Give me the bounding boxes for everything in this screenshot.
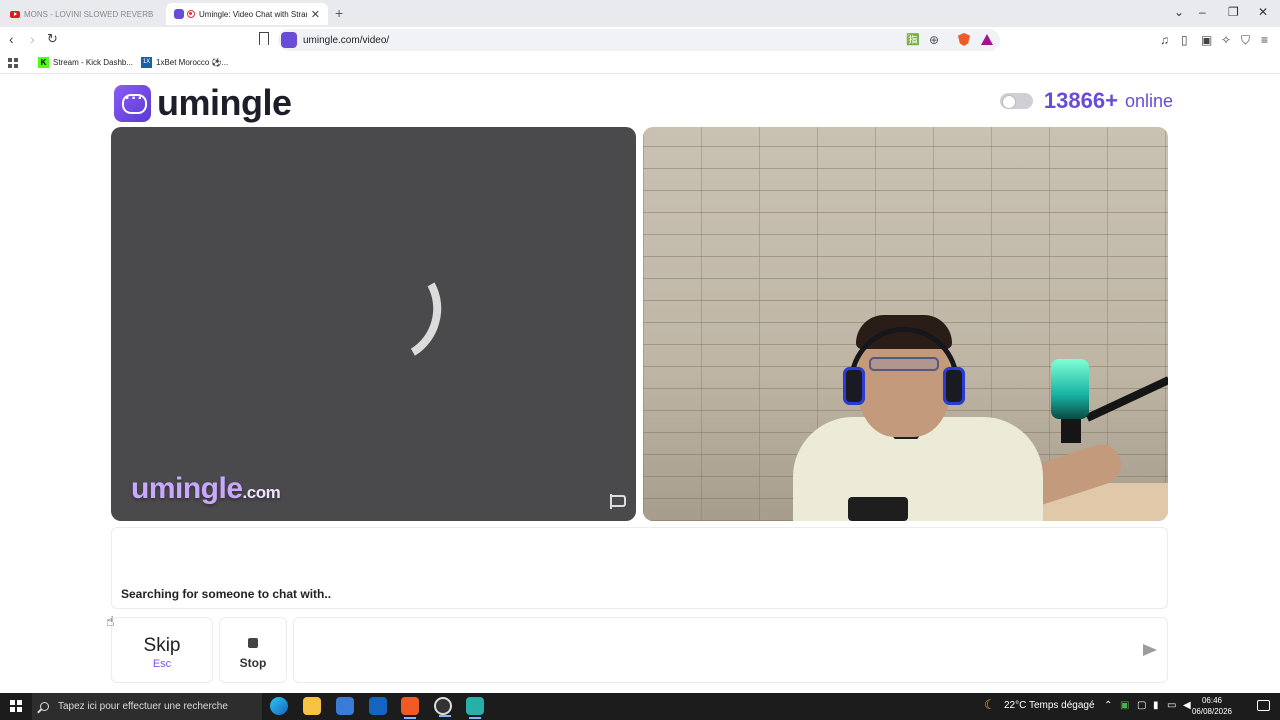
tab-title: Umingle: Video Chat with Strangers bbox=[199, 9, 307, 19]
mouse-cursor-icon: ☝ bbox=[106, 613, 115, 629]
bookmark-label: Stream - Kick Dashb... bbox=[53, 58, 134, 67]
logo-text: umingle bbox=[157, 82, 292, 123]
tray-app-icon[interactable]: ▣ bbox=[1120, 700, 1129, 711]
message-box bbox=[293, 617, 1168, 683]
close-window-button[interactable]: ✕ bbox=[1258, 5, 1268, 19]
site-icon bbox=[281, 32, 297, 48]
bookmarks-bar: K Stream - Kick Dashb... 1X 1xBet Morocc… bbox=[0, 53, 1280, 74]
windows-start-icon[interactable] bbox=[10, 700, 22, 712]
umingle-page: umingle 13866+ online umingle.com Search… bbox=[0, 75, 1280, 693]
loading-spinner-icon bbox=[328, 245, 454, 375]
tab-list-dropdown-icon[interactable]: ⌄ bbox=[1174, 5, 1184, 19]
url-text: umingle.com/video/ bbox=[303, 34, 390, 46]
new-tab-button[interactable]: + bbox=[335, 5, 343, 21]
windows-taskbar: Tapez ici pour effectuer une recherche ☾… bbox=[0, 693, 1280, 720]
stop-button[interactable]: Stop bbox=[219, 617, 287, 683]
tray-app-icon[interactable]: ▢ bbox=[1137, 700, 1146, 711]
tray-overflow-icon[interactable]: ⌃ bbox=[1104, 700, 1112, 711]
file-explorer-icon[interactable] bbox=[303, 697, 321, 715]
apps-grid-icon[interactable] bbox=[8, 58, 18, 68]
headphone-left bbox=[843, 367, 865, 405]
weather-text[interactable]: 22°C Temps dégagé bbox=[1004, 700, 1095, 711]
chat-status-text: Searching for someone to chat with.. bbox=[121, 587, 332, 601]
recording-icon bbox=[187, 10, 195, 18]
tab-youtube[interactable]: MONS - LOVINI SLOWED REVERB bbox=[2, 3, 164, 25]
forward-button[interactable]: › bbox=[30, 31, 35, 47]
online-count: 13866+ bbox=[1043, 88, 1118, 113]
umingle-watermark: umingle.com bbox=[131, 472, 281, 506]
translate-icon[interactable]: 🈯 bbox=[906, 33, 920, 46]
reload-button[interactable]: ↻ bbox=[47, 31, 58, 47]
bookmark-1xbet[interactable]: 1X 1xBet Morocco ⚽... bbox=[141, 57, 228, 68]
zoom-icon[interactable]: ⊕ bbox=[929, 33, 939, 47]
sidebar-icon[interactable]: ▯ bbox=[1181, 33, 1188, 47]
umingle-logo[interactable]: umingle bbox=[114, 82, 292, 124]
brave-rewards-icon[interactable] bbox=[981, 34, 993, 45]
stranger-video-panel: umingle.com bbox=[111, 127, 636, 521]
outlook-icon[interactable] bbox=[369, 697, 387, 715]
vpn-icon[interactable]: ⛉ bbox=[1241, 33, 1250, 48]
phone bbox=[848, 497, 908, 521]
clock-date: 06/08/2026 bbox=[1191, 707, 1232, 716]
online-label: online bbox=[1124, 90, 1173, 111]
obs-icon[interactable] bbox=[434, 697, 452, 717]
browser-tab-bar: MONS - LOVINI SLOWED REVERB Umingle: Vid… bbox=[0, 0, 1280, 27]
url-field[interactable]: umingle.com/video/ bbox=[278, 29, 1000, 51]
clock-time: 06:46 bbox=[1201, 696, 1222, 705]
skip-shortcut: Esc bbox=[152, 658, 172, 670]
1xbet-icon: 1X bbox=[141, 57, 152, 68]
bookmark-kick[interactable]: K Stream - Kick Dashb... bbox=[38, 57, 133, 68]
edge-icon[interactable] bbox=[270, 697, 288, 715]
back-button[interactable]: ‹ bbox=[9, 31, 14, 47]
notifications-icon[interactable] bbox=[1257, 700, 1270, 711]
report-flag-icon[interactable] bbox=[609, 494, 626, 509]
glasses bbox=[869, 357, 939, 371]
send-icon[interactable] bbox=[1143, 644, 1157, 656]
stop-label: Stop bbox=[239, 656, 267, 670]
watermark-main: umingle bbox=[131, 472, 243, 505]
taskbar-search-placeholder: Tapez ici pour effectuer une recherche bbox=[58, 701, 228, 712]
skip-button[interactable]: Skip Esc bbox=[111, 617, 213, 683]
search-icon bbox=[40, 702, 49, 711]
close-tab-icon[interactable]: ✕ bbox=[311, 8, 320, 21]
skip-label: Skip bbox=[143, 635, 181, 656]
chat-log: Searching for someone to chat with.. bbox=[111, 527, 1168, 609]
watermark-suffix: .com bbox=[242, 483, 281, 502]
message-input[interactable] bbox=[294, 618, 1114, 680]
chat-bubble-logo-icon bbox=[114, 84, 151, 122]
menu-icon[interactable]: ≡ bbox=[1261, 33, 1268, 47]
wallet-icon[interactable]: ▣ bbox=[1201, 33, 1212, 47]
tab-umingle[interactable]: Umingle: Video Chat with Strangers ✕ bbox=[166, 3, 328, 25]
network-icon[interactable]: ▭ bbox=[1167, 700, 1176, 711]
umingle-favicon-icon bbox=[174, 9, 184, 19]
app-icon[interactable] bbox=[466, 697, 484, 719]
kick-icon: K bbox=[38, 57, 49, 68]
store-icon[interactable] bbox=[336, 697, 354, 715]
headphone-right bbox=[943, 367, 965, 405]
volume-icon[interactable]: ◀ bbox=[1183, 700, 1191, 711]
taskbar-search[interactable]: Tapez ici pour effectuer une recherche bbox=[32, 693, 262, 720]
theme-toggle[interactable] bbox=[999, 93, 1033, 109]
brave-browser-icon[interactable] bbox=[401, 697, 419, 719]
self-camera-video bbox=[643, 127, 1168, 521]
moon-weather-icon: ☾ bbox=[984, 697, 996, 712]
restore-button[interactable]: ❐ bbox=[1228, 5, 1239, 19]
mic-base bbox=[1061, 419, 1081, 443]
online-indicator: 13866+ online bbox=[999, 88, 1173, 114]
clock[interactable]: 06:46 06/08/2026 bbox=[1192, 695, 1232, 717]
media-icon[interactable]: ♫ bbox=[1160, 33, 1169, 47]
bookmark-label: 1xBet Morocco ⚽... bbox=[156, 58, 229, 67]
microphone bbox=[1051, 359, 1089, 419]
address-bar-row: ‹ › ↻ umingle.com/video/ 🈯 ⊕ bbox=[0, 27, 1280, 53]
microphone-tray-icon[interactable]: ▮ bbox=[1153, 700, 1159, 711]
youtube-icon bbox=[10, 10, 20, 18]
bookmark-icon[interactable] bbox=[259, 32, 269, 45]
mic-arm bbox=[1085, 376, 1168, 422]
tab-title: MONS - LOVINI SLOWED REVERB bbox=[24, 9, 154, 19]
leo-ai-icon[interactable]: ✧ bbox=[1221, 33, 1231, 47]
stop-icon bbox=[248, 638, 258, 648]
minimize-button[interactable]: – bbox=[1199, 5, 1206, 19]
